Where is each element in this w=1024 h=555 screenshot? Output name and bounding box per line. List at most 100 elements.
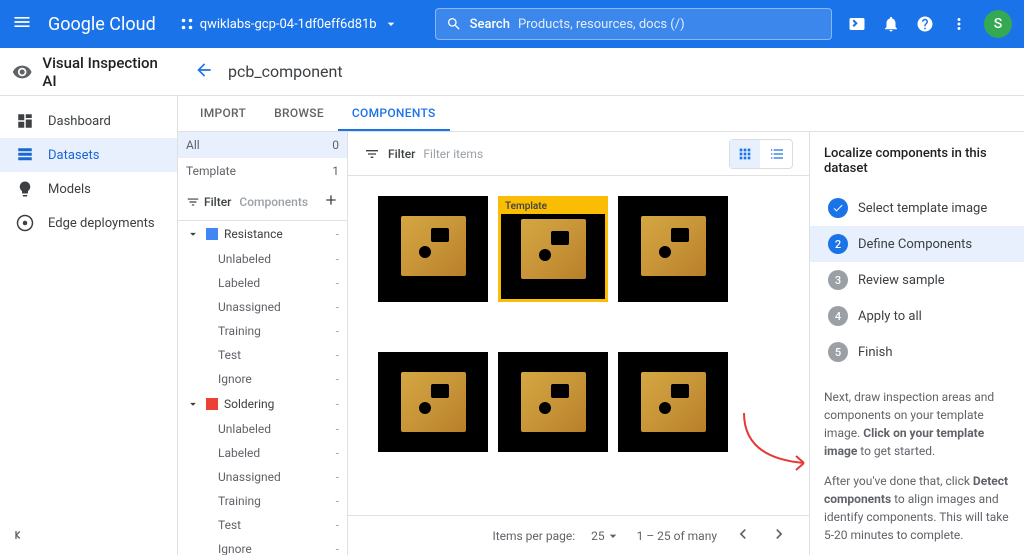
visual-inspection-icon (12, 61, 32, 83)
product-row: Visual Inspection AI pcb_component (0, 48, 1024, 96)
notifications-icon[interactable] (882, 15, 900, 33)
models-icon (16, 180, 34, 198)
step-finish[interactable]: 5 Finish (824, 334, 1010, 370)
image-thumbnail[interactable] (378, 196, 488, 302)
step-review-sample[interactable]: 3 Review sample (824, 262, 1010, 298)
tab-browse[interactable]: BROWSE (260, 96, 338, 131)
chevron-down-icon (186, 227, 200, 241)
tree-group-soldering[interactable]: Soldering - (178, 391, 347, 417)
tree-sub-ignore[interactable]: Ignore- (178, 537, 347, 555)
back-arrow-icon[interactable] (194, 60, 214, 84)
right-panel-body: Next, draw inspection areas and componen… (824, 388, 1010, 555)
right-panel: Localize components in this dataset Sele… (809, 132, 1024, 555)
tree-sub-ignore[interactable]: Ignore- (178, 367, 347, 391)
components-tree: Resistance - Unlabeled- Labeled- Unassig… (178, 221, 347, 555)
pagination: Items per page: 25 1 – 25 of many (348, 515, 809, 555)
nav-item-edge[interactable]: Edge deployments (0, 206, 177, 240)
add-icon[interactable] (323, 192, 339, 212)
tree-sub-test[interactable]: Test- (178, 513, 347, 537)
grid-view-button[interactable] (730, 140, 760, 168)
image-thumbnail[interactable] (618, 196, 728, 302)
step-current-icon: 2 (828, 234, 848, 254)
step-apply-all[interactable]: 4 Apply to all (824, 298, 1010, 334)
step-define-components[interactable]: 2 Define Components (810, 226, 1024, 262)
tree-sub-training[interactable]: Training- (178, 319, 347, 343)
image-thumbnail[interactable] (498, 352, 608, 452)
left-nav: Dashboard Datasets Models Edge deploymen… (0, 96, 178, 555)
right-panel-title: Localize components in this dataset (824, 146, 1010, 176)
nav-label: Datasets (48, 148, 100, 163)
step-pending-icon: 4 (828, 306, 848, 326)
tree-sub-unlabeled[interactable]: Unlabeled- (178, 417, 347, 441)
middle-section: IMPORT BROWSE COMPONENTS All 0 Template … (178, 96, 1024, 555)
top-header: Google Cloud qwiklabs-gcp-04-1df0eff6d81… (0, 0, 1024, 48)
breadcrumb: pcb_component (228, 62, 343, 81)
nav-label: Dashboard (48, 114, 111, 129)
filter-icon (186, 195, 200, 209)
image-grid-area: Filter Filter items Template (348, 132, 809, 555)
tree-sub-unlabeled[interactable]: Unlabeled- (178, 247, 347, 271)
project-selector[interactable]: qwiklabs-gcp-04-1df0eff6d81b (180, 16, 399, 32)
search-input[interactable] (518, 17, 821, 32)
help-icon[interactable] (916, 15, 934, 33)
grid-toolbar: Filter Filter items (348, 132, 809, 176)
page-range: 1 – 25 of many (637, 529, 717, 543)
image-thumbnail-template[interactable]: Template (498, 196, 608, 302)
search-icon (446, 16, 462, 32)
main-layout: Dashboard Datasets Models Edge deploymen… (0, 96, 1024, 555)
more-icon[interactable] (950, 15, 968, 33)
template-badge: Template (501, 199, 605, 214)
avatar[interactable]: S (984, 10, 1012, 38)
image-thumbnail[interactable] (378, 352, 488, 452)
search-label: Search (470, 17, 510, 32)
image-grid: Template (348, 176, 809, 515)
tab-import[interactable]: IMPORT (186, 96, 260, 131)
prev-page-button[interactable] (733, 524, 753, 547)
collapse-toggle-icon[interactable] (10, 527, 26, 547)
nav-label: Edge deployments (48, 216, 155, 231)
filter-placeholder[interactable]: Filter items (423, 147, 483, 161)
tree-sub-labeled[interactable]: Labeled- (178, 441, 347, 465)
tree-sub-training[interactable]: Training- (178, 489, 347, 513)
filter-all[interactable]: All 0 (178, 132, 347, 158)
search-bar[interactable]: Search (435, 8, 832, 40)
filter-header: Filter Components (178, 184, 347, 221)
tab-components[interactable]: COMPONENTS (338, 96, 450, 131)
tree-sub-unassigned[interactable]: Unassigned- (178, 465, 347, 489)
image-thumbnail[interactable] (618, 352, 728, 452)
step-pending-icon: 5 (828, 342, 848, 362)
dashboard-icon (16, 112, 34, 130)
product-title: Visual Inspection AI (42, 54, 166, 90)
chevron-down-icon (186, 397, 200, 411)
filter-icon[interactable] (364, 146, 380, 162)
color-swatch (206, 398, 218, 410)
list-view-button[interactable] (762, 140, 792, 168)
logo[interactable]: Google Cloud (48, 14, 156, 35)
dropdown-icon (383, 16, 399, 32)
step-pending-icon: 3 (828, 270, 848, 290)
next-page-button[interactable] (769, 524, 789, 547)
menu-icon[interactable] (12, 12, 32, 36)
datasets-icon (16, 146, 34, 164)
step-select-template[interactable]: Select template image (824, 190, 1010, 226)
tree-sub-labeled[interactable]: Labeled- (178, 271, 347, 295)
step-done-icon (828, 198, 848, 218)
tree-sub-unassigned[interactable]: Unassigned- (178, 295, 347, 319)
cloud-shell-icon[interactable] (848, 15, 866, 33)
filter-template[interactable]: Template 1 (178, 158, 347, 184)
nav-label: Models (48, 182, 91, 197)
nav-item-models[interactable]: Models (0, 172, 177, 206)
filter-label: Filter (388, 147, 415, 161)
edge-icon (16, 214, 34, 232)
tree-group-resistance[interactable]: Resistance - (178, 221, 347, 247)
nav-item-datasets[interactable]: Datasets (0, 138, 177, 172)
nav-item-dashboard[interactable]: Dashboard (0, 104, 177, 138)
tree-sub-test[interactable]: Test- (178, 343, 347, 367)
color-swatch (206, 228, 218, 240)
tabs-row: IMPORT BROWSE COMPONENTS (178, 96, 1024, 132)
project-name: qwiklabs-gcp-04-1df0eff6d81b (200, 17, 377, 32)
page-size-select[interactable]: 25 (591, 528, 621, 544)
items-per-page-label: Items per page: (492, 529, 575, 543)
header-icons: S (848, 10, 1012, 38)
components-sidebar: All 0 Template 1 Filter Components (178, 132, 348, 555)
